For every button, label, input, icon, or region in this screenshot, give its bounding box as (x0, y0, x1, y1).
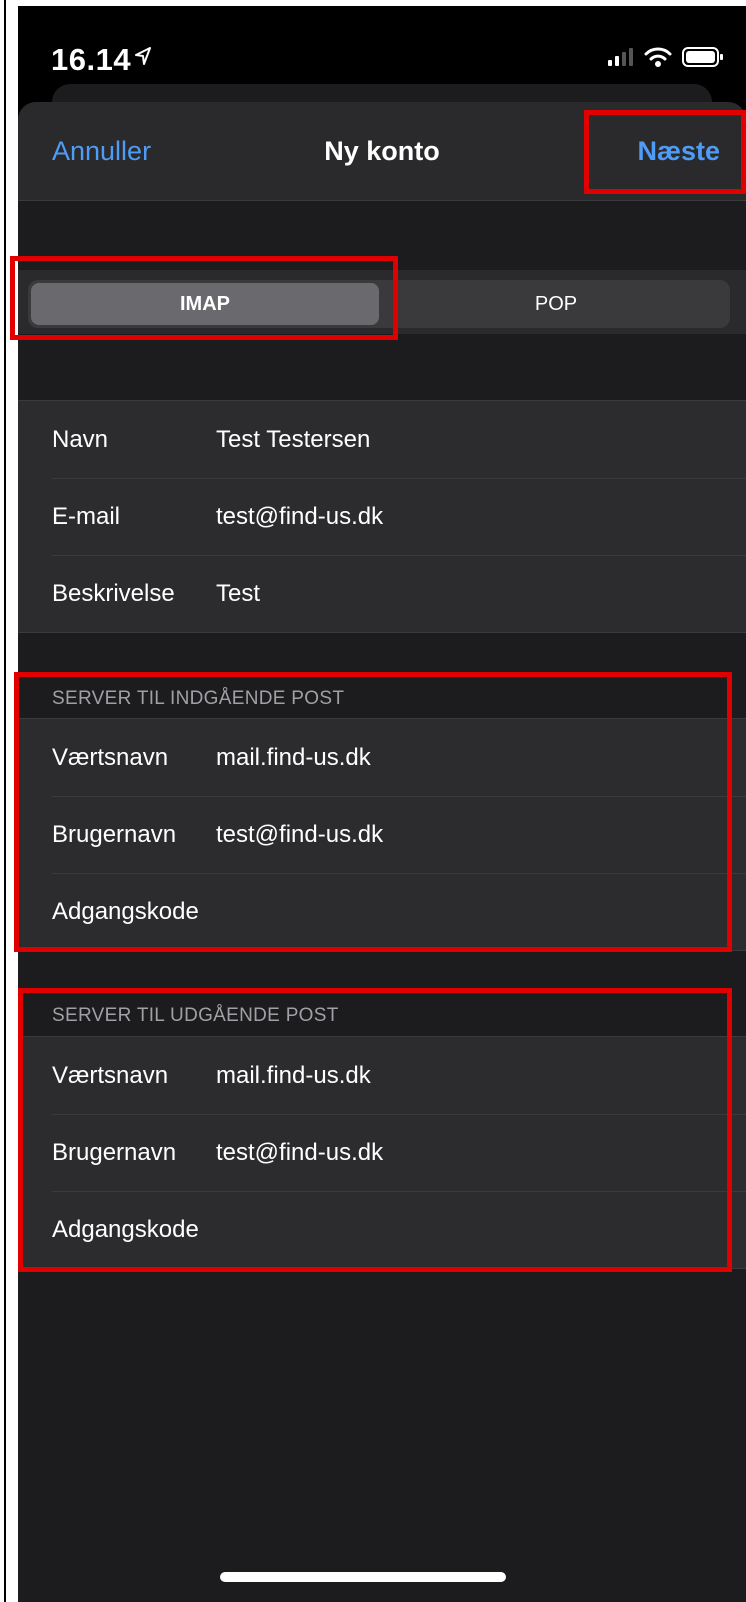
status-bar: 16.14 (18, 6, 746, 96)
highlight-imap-segment (10, 256, 398, 340)
status-icons (608, 46, 724, 73)
account-info-group: Navn Test Testersen E-mail test@find-us.… (18, 400, 746, 633)
highlight-outgoing-server (18, 988, 732, 1272)
highlight-incoming-server (14, 672, 732, 952)
location-arrow-icon (135, 46, 151, 71)
description-label: Beskrivelse (52, 579, 175, 607)
signal-icon (608, 47, 634, 72)
name-field[interactable]: Test Testersen (216, 426, 370, 454)
email-field[interactable]: test@find-us.dk (216, 503, 383, 531)
name-label: Navn (52, 425, 109, 453)
wifi-icon (644, 46, 672, 73)
battery-icon (682, 46, 724, 73)
description-row[interactable]: Beskrivelse Test (18, 555, 746, 632)
status-time: 16.14 (51, 42, 132, 77)
border-line (4, 0, 6, 1602)
email-label: E-mail (52, 502, 121, 530)
email-row[interactable]: E-mail test@find-us.dk (18, 478, 746, 555)
name-row[interactable]: Navn Test Testersen (18, 401, 746, 478)
highlight-next-button (584, 110, 746, 194)
home-indicator[interactable] (220, 1572, 506, 1582)
segment-pop[interactable]: POP (382, 280, 730, 328)
description-field[interactable]: Test (216, 580, 260, 608)
